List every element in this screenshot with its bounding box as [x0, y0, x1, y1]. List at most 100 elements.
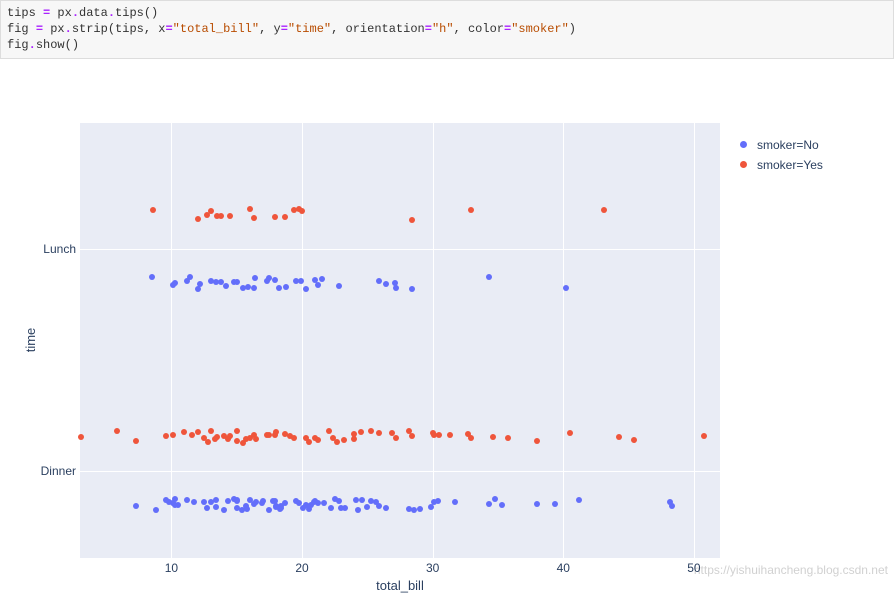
data-point[interactable] — [251, 285, 257, 291]
data-point[interactable] — [534, 438, 540, 444]
data-point[interactable] — [170, 432, 176, 438]
data-point[interactable] — [272, 214, 278, 220]
data-point[interactable] — [234, 438, 240, 444]
data-point[interactable] — [409, 433, 415, 439]
data-point[interactable] — [447, 432, 453, 438]
data-point[interactable] — [306, 439, 312, 445]
data-point[interactable] — [291, 435, 297, 441]
data-point[interactable] — [303, 286, 309, 292]
data-point[interactable] — [552, 501, 558, 507]
data-point[interactable] — [150, 207, 156, 213]
data-point[interactable] — [315, 282, 321, 288]
data-point[interactable] — [359, 497, 365, 503]
data-point[interactable] — [276, 285, 282, 291]
data-point[interactable] — [213, 497, 219, 503]
data-point[interactable] — [468, 435, 474, 441]
data-point[interactable] — [247, 206, 253, 212]
data-point[interactable] — [383, 505, 389, 511]
data-point[interactable] — [701, 433, 707, 439]
data-point[interactable] — [376, 430, 382, 436]
data-point[interactable] — [133, 438, 139, 444]
data-point[interactable] — [234, 497, 240, 503]
data-point[interactable] — [227, 213, 233, 219]
data-point[interactable] — [376, 278, 382, 284]
data-point[interactable] — [631, 437, 637, 443]
data-point[interactable] — [252, 275, 258, 281]
data-point[interactable] — [172, 280, 178, 286]
data-point[interactable] — [358, 429, 364, 435]
data-point[interactable] — [486, 274, 492, 280]
data-point[interactable] — [417, 506, 423, 512]
data-point[interactable] — [353, 497, 359, 503]
data-point[interactable] — [184, 497, 190, 503]
data-point[interactable] — [601, 207, 607, 213]
data-point[interactable] — [298, 278, 304, 284]
data-point[interactable] — [355, 507, 361, 513]
data-point[interactable] — [567, 430, 573, 436]
data-point[interactable] — [133, 503, 139, 509]
data-point[interactable] — [576, 497, 582, 503]
data-point[interactable] — [505, 435, 511, 441]
data-point[interactable] — [195, 429, 201, 435]
data-point[interactable] — [368, 428, 374, 434]
data-point[interactable] — [452, 499, 458, 505]
data-point[interactable] — [492, 496, 498, 502]
data-point[interactable] — [499, 502, 505, 508]
data-point[interactable] — [315, 437, 321, 443]
legend-item-yes[interactable]: smoker=Yes — [740, 158, 823, 172]
data-point[interactable] — [341, 437, 347, 443]
data-point[interactable] — [187, 274, 193, 280]
data-point[interactable] — [299, 208, 305, 214]
data-point[interactable] — [435, 498, 441, 504]
data-point[interactable] — [181, 429, 187, 435]
data-point[interactable] — [191, 499, 197, 505]
data-point[interactable] — [260, 498, 266, 504]
data-point[interactable] — [149, 274, 155, 280]
legend-item-no[interactable]: smoker=No — [740, 138, 823, 152]
data-point[interactable] — [251, 215, 257, 221]
data-point[interactable] — [234, 428, 240, 434]
data-point[interactable] — [223, 283, 229, 289]
data-point[interactable] — [409, 217, 415, 223]
data-point[interactable] — [319, 276, 325, 282]
data-point[interactable] — [383, 281, 389, 287]
data-point[interactable] — [336, 498, 342, 504]
data-point[interactable] — [468, 207, 474, 213]
data-point[interactable] — [282, 500, 288, 506]
data-point[interactable] — [534, 501, 540, 507]
plot-area[interactable] — [80, 123, 720, 558]
data-point[interactable] — [201, 499, 207, 505]
data-point[interactable] — [227, 433, 233, 439]
data-point[interactable] — [336, 283, 342, 289]
data-point[interactable] — [266, 507, 272, 513]
data-point[interactable] — [486, 501, 492, 507]
data-point[interactable] — [153, 507, 159, 513]
data-point[interactable] — [278, 505, 284, 511]
data-point[interactable] — [351, 436, 357, 442]
data-point[interactable] — [204, 505, 210, 511]
data-point[interactable] — [175, 502, 181, 508]
data-point[interactable] — [163, 433, 169, 439]
data-point[interactable] — [172, 496, 178, 502]
data-point[interactable] — [197, 281, 203, 287]
data-point[interactable] — [428, 504, 434, 510]
data-point[interactable] — [334, 439, 340, 445]
data-point[interactable] — [376, 503, 382, 509]
data-point[interactable] — [321, 500, 327, 506]
data-point[interactable] — [234, 279, 240, 285]
data-point[interactable] — [114, 428, 120, 434]
data-point[interactable] — [205, 439, 211, 445]
data-point[interactable] — [78, 434, 84, 440]
data-point[interactable] — [273, 429, 279, 435]
data-point[interactable] — [195, 216, 201, 222]
data-point[interactable] — [272, 277, 278, 283]
data-point[interactable] — [490, 434, 496, 440]
data-point[interactable] — [253, 436, 259, 442]
data-point[interactable] — [218, 213, 224, 219]
data-point[interactable] — [616, 434, 622, 440]
data-point[interactable] — [282, 214, 288, 220]
data-point[interactable] — [393, 285, 399, 291]
data-point[interactable] — [409, 286, 415, 292]
data-point[interactable] — [244, 506, 250, 512]
data-point[interactable] — [669, 503, 675, 509]
